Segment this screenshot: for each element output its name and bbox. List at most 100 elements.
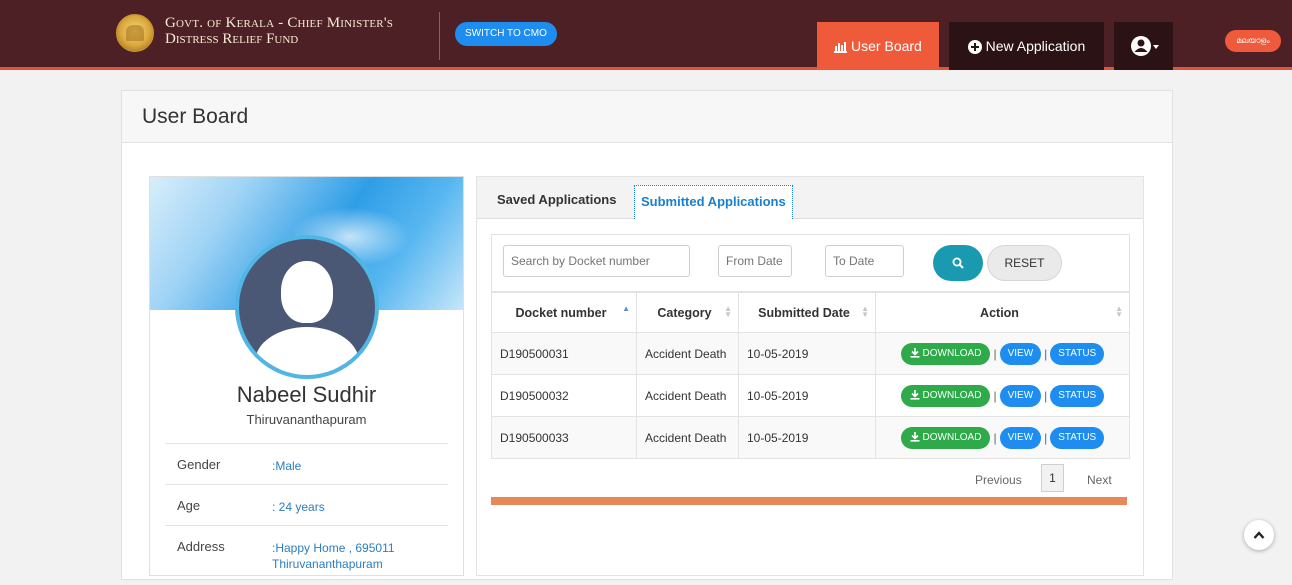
docket-search-input[interactable] bbox=[503, 245, 690, 277]
sort-icon: ▲ ▼ bbox=[1115, 304, 1123, 319]
bar-chart-icon bbox=[834, 42, 848, 54]
column-header-submitted-date[interactable]: Submitted Date ▲ ▼ bbox=[738, 292, 876, 333]
table-row: D190500031 Accident Death 10-05-2019 DOW… bbox=[491, 332, 1130, 375]
status-button[interactable]: STATUS bbox=[1050, 426, 1105, 449]
switch-to-cmo-button[interactable]: SWITCH TO CMO bbox=[455, 22, 557, 46]
reset-button[interactable]: RESET bbox=[987, 245, 1062, 281]
user-menu-dropdown[interactable] bbox=[1114, 22, 1173, 70]
column-header-action[interactable]: Action ▲ ▼ bbox=[875, 292, 1130, 333]
language-toggle-button[interactable]: മലയാളം bbox=[1225, 30, 1281, 52]
chevron-up-icon bbox=[1253, 530, 1265, 539]
action-cell: DOWNLOAD | VIEW | STATUS bbox=[875, 374, 1130, 417]
table-header-row: Docket number ▲ Category ▲ ▼ Submitted Da… bbox=[491, 292, 1130, 333]
applications-table: Docket number ▲ Category ▲ ▼ Submitted Da… bbox=[491, 292, 1130, 459]
status-button[interactable]: STATUS bbox=[1050, 342, 1105, 365]
kerala-emblem-logo bbox=[116, 14, 154, 52]
action-separator: | bbox=[993, 346, 997, 361]
profile-label-address: Address bbox=[177, 539, 225, 554]
search-button[interactable] bbox=[933, 245, 983, 281]
profile-card: Nabeel Sudhir Thiruvananthapuram Gender … bbox=[149, 176, 464, 576]
sort-ascending-icon: ▲ bbox=[622, 304, 630, 313]
action-separator: | bbox=[1044, 430, 1048, 445]
docket-cell: D190500031 bbox=[491, 332, 637, 375]
category-cell: Accident Death bbox=[636, 332, 739, 375]
date-cell: 10-05-2019 bbox=[738, 374, 876, 417]
action-cell: DOWNLOAD | VIEW | STATUS bbox=[875, 416, 1130, 459]
download-icon bbox=[910, 347, 920, 358]
page-title: User Board bbox=[142, 105, 249, 128]
download-label: DOWNLOAD bbox=[922, 431, 982, 443]
profile-value-age: : 24 years bbox=[272, 500, 325, 514]
docket-cell: D190500032 bbox=[491, 374, 637, 417]
pagination-previous[interactable]: Previous bbox=[975, 473, 1022, 487]
card-header: User Board bbox=[122, 91, 1172, 143]
action-separator: | bbox=[993, 430, 997, 445]
download-button[interactable]: DOWNLOAD bbox=[900, 342, 991, 365]
avatar-body-shape bbox=[255, 327, 359, 375]
pagination-page-1[interactable]: 1 bbox=[1041, 464, 1064, 492]
loading-bar bbox=[491, 497, 1127, 505]
nav-user-board[interactable]: User Board bbox=[817, 22, 939, 70]
download-icon bbox=[910, 389, 920, 400]
download-label: DOWNLOAD bbox=[922, 347, 982, 359]
search-icon bbox=[952, 257, 964, 269]
table-row: D190500033 Accident Death 10-05-2019 DOW… bbox=[491, 416, 1130, 459]
column-header-category-label: Category bbox=[657, 305, 712, 320]
profile-name: Nabeel Sudhir bbox=[236, 382, 377, 407]
plus-circle-icon bbox=[967, 40, 982, 55]
sort-icon: ▲ ▼ bbox=[724, 304, 732, 319]
profile-value-gender: :Male bbox=[272, 459, 302, 473]
date-cell: 10-05-2019 bbox=[738, 416, 876, 459]
download-button[interactable]: DOWNLOAD bbox=[900, 426, 991, 449]
avatar-head-shape bbox=[281, 261, 333, 323]
header-divider bbox=[439, 12, 440, 60]
action-separator: | bbox=[993, 388, 997, 403]
view-button[interactable]: VIEW bbox=[999, 426, 1042, 449]
profile-value-address: :Happy Home , 695011 Thiruvananthapuram bbox=[272, 540, 395, 572]
profile-label-age: Age bbox=[177, 498, 201, 513]
nav-new-application-label: New Application bbox=[985, 38, 1086, 54]
docket-cell: D190500033 bbox=[491, 416, 637, 459]
profile-label-gender: Gender bbox=[177, 457, 221, 472]
column-header-action-label: Action bbox=[980, 305, 1019, 320]
sort-icon: ▲ ▼ bbox=[861, 304, 869, 319]
profile-row-address: Address :Happy Home , 695011 Thiruvanant… bbox=[165, 525, 448, 585]
brand-title: Govt. of Kerala - Chief Minister's bbox=[165, 15, 394, 31]
scroll-to-top-button[interactable] bbox=[1244, 520, 1274, 550]
action-separator: | bbox=[1044, 346, 1048, 361]
status-button[interactable]: STATUS bbox=[1050, 384, 1105, 407]
action-separator: | bbox=[1044, 388, 1048, 403]
download-icon bbox=[910, 431, 920, 442]
download-button[interactable]: DOWNLOAD bbox=[900, 384, 991, 407]
tab-submitted-applications[interactable]: Submitted Applications bbox=[634, 185, 793, 219]
profile-city: Thiruvananthapuram bbox=[246, 412, 367, 427]
view-button[interactable]: VIEW bbox=[999, 384, 1042, 407]
profile-row-age: Age : 24 years bbox=[165, 484, 448, 525]
brand-subtitle: Distress Relief Fund bbox=[165, 31, 299, 47]
applications-panel: Saved Applications Submitted Application… bbox=[476, 176, 1144, 576]
column-header-category[interactable]: Category ▲ ▼ bbox=[636, 292, 739, 333]
table-row: D190500032 Accident Death 10-05-2019 DOW… bbox=[491, 374, 1130, 417]
from-date-input[interactable] bbox=[718, 245, 792, 277]
download-label: DOWNLOAD bbox=[922, 389, 982, 401]
nav-new-application[interactable]: New Application bbox=[949, 22, 1104, 70]
view-button[interactable]: VIEW bbox=[999, 342, 1042, 365]
top-navbar: Govt. of Kerala - Chief Minister's Distr… bbox=[0, 0, 1292, 70]
filter-bar: RESET bbox=[491, 234, 1130, 292]
profile-row-gender: Gender :Male bbox=[165, 443, 448, 484]
category-cell: Accident Death bbox=[636, 416, 739, 459]
application-tabs: Saved Applications Submitted Application… bbox=[477, 177, 1143, 219]
date-cell: 10-05-2019 bbox=[738, 332, 876, 375]
tab-saved-applications[interactable]: Saved Applications bbox=[491, 185, 622, 215]
category-cell: Accident Death bbox=[636, 374, 739, 417]
action-cell: DOWNLOAD | VIEW | STATUS bbox=[875, 332, 1130, 375]
column-header-docket-label: Docket number bbox=[515, 305, 607, 320]
address-line-2: Thiruvananthapuram bbox=[272, 557, 383, 571]
address-line-1: :Happy Home , 695011 bbox=[272, 541, 395, 555]
user-circle-icon bbox=[1130, 36, 1159, 56]
to-date-input[interactable] bbox=[825, 245, 904, 277]
avatar bbox=[235, 235, 379, 379]
column-header-date-label: Submitted Date bbox=[758, 305, 850, 320]
pagination-next[interactable]: Next bbox=[1087, 473, 1112, 487]
column-header-docket[interactable]: Docket number ▲ bbox=[491, 292, 637, 333]
